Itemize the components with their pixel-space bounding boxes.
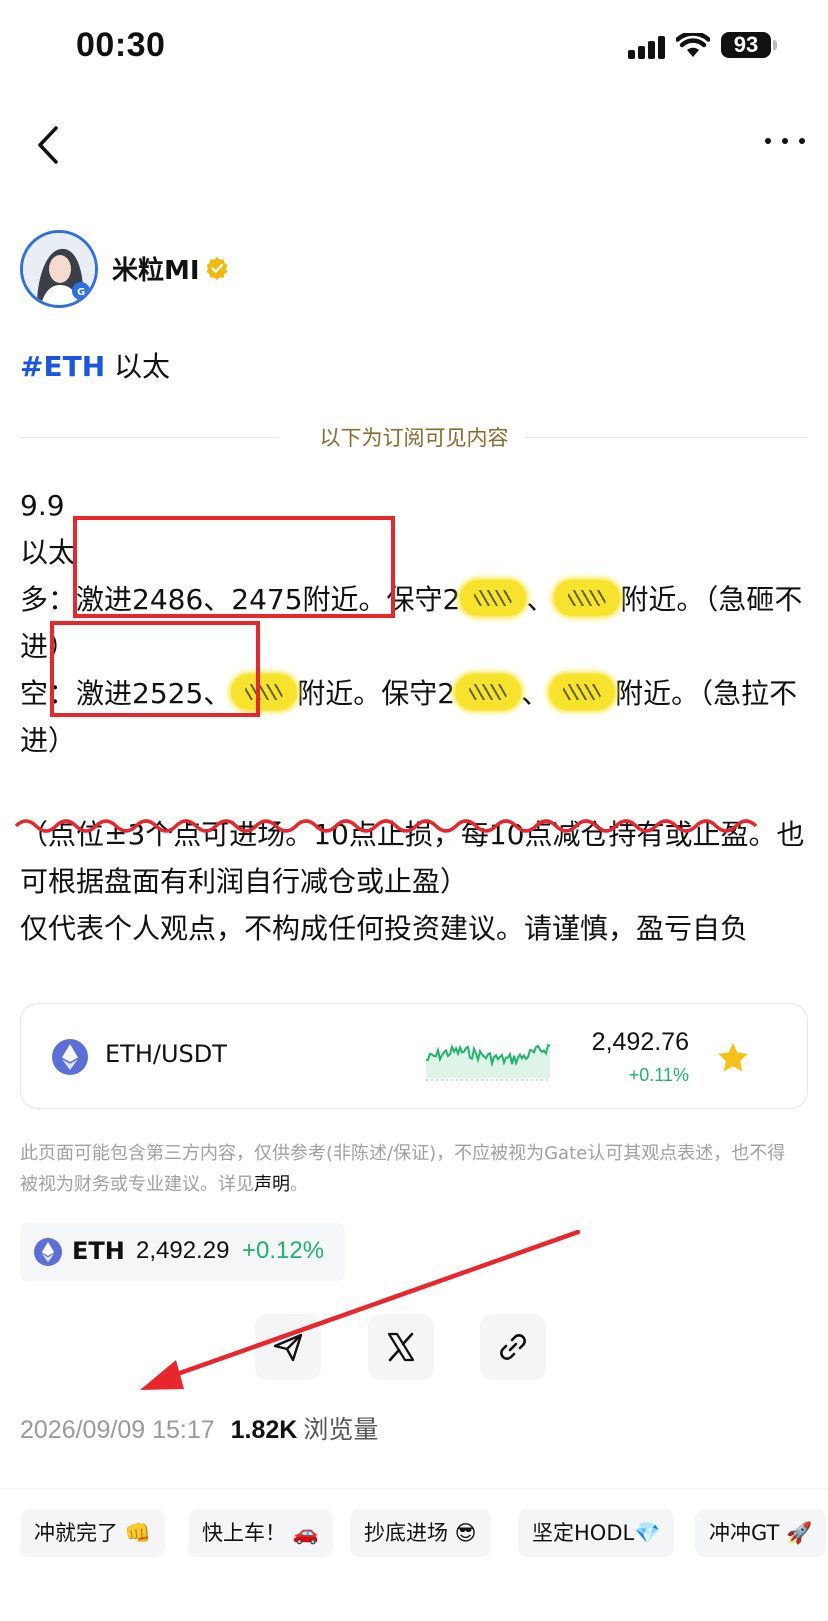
- author-name[interactable]: 米粒MI: [112, 250, 200, 287]
- view-count: 1.82K: [230, 1416, 298, 1444]
- battery-cap: [773, 40, 777, 50]
- short-text-mid2: 、: [521, 677, 550, 710]
- redacted-value: [549, 674, 616, 710]
- more-button[interactable]: [760, 118, 810, 168]
- long-text-mid: 、: [526, 583, 555, 616]
- reaction-chip[interactable]: 冲冲GT 🚀: [695, 1509, 827, 1557]
- post-timestamp: 2026/09/09 15:17: [20, 1416, 215, 1444]
- ellipsis-icon: [765, 138, 805, 144]
- ticker-price: 2,492.29: [136, 1237, 230, 1264]
- post-disclaimer: 仅代表个人观点，不构成任何投资建议。请谨慎，盈亏自负: [20, 912, 749, 945]
- wifi-icon: [676, 33, 710, 57]
- share-send-button[interactable]: [255, 1314, 321, 1380]
- ticker-change: +0.12%: [242, 1237, 325, 1264]
- annotation-box: [50, 621, 260, 717]
- ticker-symbol: ETH: [72, 1237, 125, 1265]
- annotation-underline: [14, 819, 758, 833]
- card-change: +0.11%: [628, 1065, 689, 1085]
- pair-name: ETH/USDT: [105, 1040, 227, 1068]
- battery-indicator: 93: [721, 32, 771, 58]
- verified-badge-icon: [206, 257, 228, 280]
- post-title: #ETH 以太: [20, 345, 170, 385]
- subscription-divider-label: 以下为订阅可见内容: [319, 426, 509, 450]
- reaction-chip[interactable]: 快上车！ 🚗: [188, 1509, 333, 1557]
- market-card[interactable]: ETH/USDT 2,492.76 +0.11%: [20, 1003, 808, 1109]
- reaction-bar: 冲就完了 👊 快上车！ 🚗 抄底进场 😎 坚定HODL💎 冲冲GT 🚀: [0, 1488, 828, 1621]
- short-text-mid: 附近。保守2: [297, 677, 456, 710]
- reaction-chip[interactable]: 坚定HODL💎: [518, 1509, 675, 1557]
- svg-text:G: G: [77, 287, 85, 298]
- post-topic: 以太: [114, 350, 171, 383]
- annotation-box: [73, 516, 395, 618]
- redacted-value: [460, 580, 527, 616]
- card-price: 2,492.76: [591, 1028, 689, 1056]
- chevron-left-icon: [38, 126, 58, 164]
- hashtag-link[interactable]: #ETH: [20, 350, 105, 383]
- avatar[interactable]: G: [20, 230, 98, 308]
- star-icon[interactable]: [715, 1040, 751, 1076]
- ticker-chip[interactable]: ETH 2,492.29 +0.12%: [20, 1223, 345, 1281]
- subscription-divider: 以下为订阅可见内容: [20, 422, 808, 452]
- avatar-image: G: [23, 233, 95, 305]
- reaction-chip[interactable]: 冲就完了 👊: [20, 1509, 165, 1557]
- third-party-disclaimer: 此页面可能包含第三方内容，仅供参考(非陈述/保证)，不应被视为Gate认可其观点…: [20, 1138, 800, 1200]
- signal-icon: [628, 35, 668, 59]
- post-meta: 2026/09/09 15:17 1.82K 浏览量: [20, 1410, 378, 1446]
- share-x-button[interactable]: [368, 1314, 434, 1380]
- disclaimer-end: 。: [290, 1174, 308, 1195]
- eth-logo-icon: [34, 1238, 62, 1266]
- link-icon: [500, 1334, 526, 1360]
- copy-link-button[interactable]: [480, 1314, 546, 1380]
- price-sparkline: [426, 1043, 551, 1081]
- back-button[interactable]: [28, 120, 68, 170]
- reaction-chip[interactable]: 抄底进场 😎: [350, 1509, 491, 1557]
- statement-link[interactable]: 声明: [254, 1174, 290, 1195]
- x-logo-icon: [387, 1332, 415, 1362]
- send-icon: [273, 1333, 303, 1362]
- redacted-value: [455, 674, 522, 710]
- eth-logo-icon: [52, 1039, 88, 1075]
- status-time: 00:30: [76, 26, 166, 64]
- status-bar: 00:30 93: [0, 0, 828, 95]
- disclaimer-text: 此页面可能包含第三方内容，仅供参考(非陈述/保证)，不应被视为Gate认可其观点…: [20, 1143, 786, 1195]
- redacted-value: [554, 580, 621, 616]
- view-count-label: 浏览量: [303, 1415, 379, 1444]
